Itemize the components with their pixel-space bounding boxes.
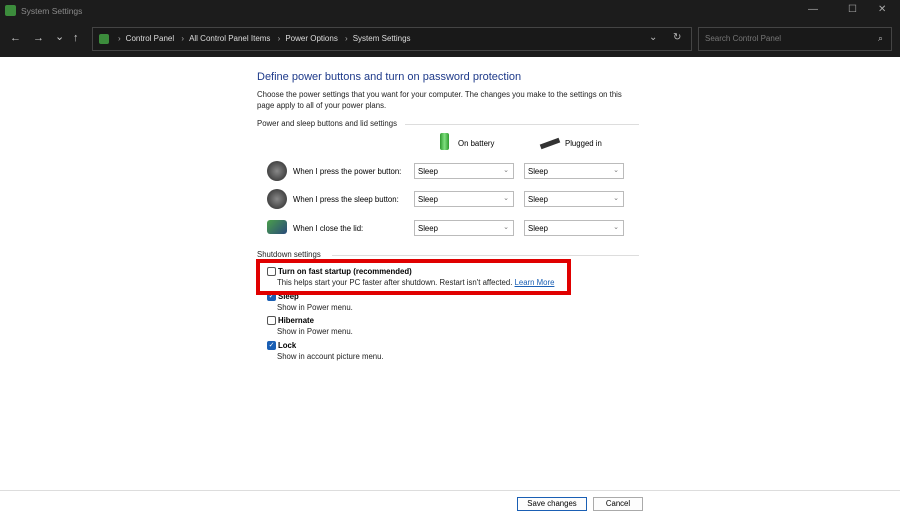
- sleep-button-label: When I press the sleep button:: [293, 195, 399, 204]
- power-button-label: When I press the power button:: [293, 167, 402, 176]
- search-placeholder: Search Control Panel: [705, 34, 782, 43]
- hibernate-label[interactable]: Hibernate: [278, 316, 314, 325]
- on-battery-header: On battery: [458, 139, 495, 148]
- close-button[interactable]: ✕: [878, 4, 886, 15]
- up-button[interactable]: ↑: [73, 32, 79, 44]
- recent-locations-button[interactable]: ⌄: [55, 30, 64, 43]
- control-panel-icon: [99, 34, 109, 44]
- minimize-button[interactable]: —: [808, 4, 818, 15]
- lock-description: Show in account picture menu.: [277, 352, 384, 361]
- page-title: Define power buttons and turn on passwor…: [257, 71, 522, 83]
- back-button[interactable]: ←: [10, 32, 21, 44]
- power-button-battery-select[interactable]: Sleep ⌄: [414, 163, 514, 179]
- lock-label[interactable]: Lock: [278, 341, 296, 350]
- breadcrumb-system-settings[interactable]: System Settings: [353, 34, 411, 43]
- address-bar[interactable]: › Control Panel › All Control Panel Items …: [92, 27, 692, 51]
- window-title: System Settings: [21, 6, 83, 16]
- close-lid-plugged-select[interactable]: Sleep ⌄: [524, 220, 624, 236]
- sleep-description: Show in Power menu.: [277, 303, 353, 312]
- page-description: Choose the power settings that you want …: [257, 90, 622, 110]
- search-input[interactable]: Search Control Panel ⌕: [698, 27, 892, 51]
- breadcrumb: › Control Panel › All Control Panel Items …: [118, 34, 411, 43]
- battery-icon: [440, 133, 449, 150]
- title-bar: System Settings — ☐ ✕: [0, 0, 900, 24]
- sleep-button-icon: [267, 189, 287, 209]
- power-buttons-group-label: Power and sleep buttons and lid settings: [257, 119, 639, 128]
- laptop-lid-icon: [267, 220, 287, 234]
- footer-bar: Save changes Cancel: [0, 490, 900, 518]
- refresh-button[interactable]: ↻: [673, 32, 681, 43]
- save-changes-button[interactable]: Save changes: [517, 497, 587, 511]
- main-content: Define power buttons and turn on passwor…: [0, 57, 900, 490]
- breadcrumb-all-items[interactable]: All Control Panel Items: [189, 34, 270, 43]
- hibernate-checkbox[interactable]: [267, 316, 276, 325]
- breadcrumb-power-options[interactable]: Power Options: [285, 34, 337, 43]
- address-dropdown-button[interactable]: ⌄: [649, 32, 657, 43]
- plugged-in-header: Plugged in: [565, 139, 602, 148]
- plug-icon: [539, 137, 561, 150]
- power-button-plugged-select[interactable]: Sleep ⌄: [524, 163, 624, 179]
- sleep-button-battery-select[interactable]: Sleep ⌄: [414, 191, 514, 207]
- shutdown-settings-group-label: Shutdown settings: [257, 250, 639, 259]
- maximize-button[interactable]: ☐: [848, 4, 857, 15]
- highlight-annotation-box: [256, 259, 571, 295]
- close-lid-label: When I close the lid:: [293, 224, 364, 233]
- power-button-icon: [267, 161, 287, 181]
- cancel-button[interactable]: Cancel: [593, 497, 643, 511]
- hibernate-description: Show in Power menu.: [277, 327, 353, 336]
- search-icon: ⌕: [877, 33, 883, 43]
- sleep-button-plugged-select[interactable]: Sleep ⌄: [524, 191, 624, 207]
- control-panel-icon: [5, 5, 16, 16]
- close-lid-battery-select[interactable]: Sleep ⌄: [414, 220, 514, 236]
- breadcrumb-control-panel[interactable]: Control Panel: [126, 34, 174, 43]
- forward-button[interactable]: →: [33, 32, 44, 44]
- lock-checkbox[interactable]: ✓: [267, 341, 276, 350]
- navigation-bar: ← → ⌄ ↑ › Control Panel › All Control Pane…: [0, 24, 900, 57]
